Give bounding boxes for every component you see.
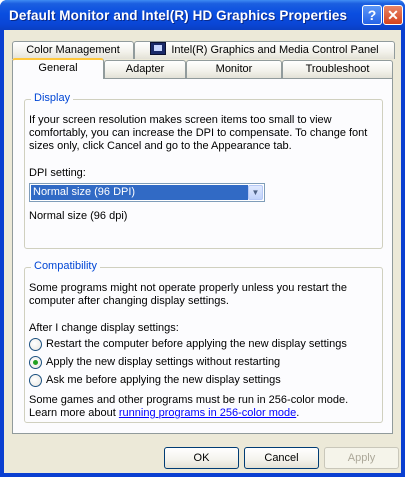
tab-label: Adapter — [125, 63, 165, 75]
tab-intel-graphics[interactable]: Intel(R) Graphics and Media Control Pane… — [134, 41, 395, 59]
radio-label: Ask me before applying the new display s… — [46, 374, 281, 386]
tab-label: Intel(R) Graphics and Media Control Pane… — [171, 44, 379, 56]
apply-button: Apply — [324, 447, 399, 469]
help-button[interactable]: ? — [362, 5, 382, 25]
ok-button[interactable]: OK — [164, 447, 239, 469]
color-mode-note-line1: Some games and other programs must be ru… — [29, 394, 349, 406]
chevron-down-icon[interactable]: ▼ — [248, 185, 263, 200]
tab-label: General — [38, 62, 78, 74]
color-mode-note-prefix: Learn more about — [29, 407, 119, 419]
display-adapter-icon — [150, 42, 167, 55]
dialog-client-area: Color Management Intel(R) Graphics and M… — [4, 30, 401, 473]
cancel-button[interactable]: Cancel — [244, 447, 319, 469]
properties-dialog: Default Monitor and Intel(R) HD Graphics… — [0, 0, 405, 477]
title-bar[interactable]: Default Monitor and Intel(R) HD Graphics… — [0, 0, 405, 30]
tab-color-management[interactable]: Color Management — [12, 41, 134, 59]
tab-troubleshoot[interactable]: Troubleshoot — [282, 60, 393, 78]
tab-label: Color Management — [26, 44, 120, 56]
radio-label: Apply the new display settings without r… — [46, 356, 281, 368]
tab-label: Troubleshoot — [305, 63, 370, 75]
radio-label: Restart the computer before applying the… — [46, 338, 347, 350]
display-description: If your screen resolution makes screen i… — [29, 114, 368, 152]
dpi-current-value: Normal size (96 dpi) — [29, 210, 128, 222]
compatibility-description: Some programs might not operate properly… — [29, 282, 347, 307]
after-change-label: After I change display settings: — [29, 322, 179, 334]
dpi-setting-dropdown[interactable]: Normal size (96 DPI) ▼ — [29, 183, 265, 202]
radio-button[interactable] — [29, 338, 42, 351]
tab-monitor[interactable]: Monitor — [186, 60, 282, 78]
radio-button-checked[interactable] — [29, 356, 42, 369]
display-group-label: Display — [31, 92, 74, 104]
tab-label: Monitor — [215, 63, 253, 75]
color-mode-note-suffix: . — [296, 407, 300, 419]
close-button[interactable]: ✕ — [383, 5, 403, 25]
radio-button[interactable] — [29, 374, 42, 387]
tab-panel-general: Display If your screen resolution makes … — [12, 78, 393, 434]
tab-adapter[interactable]: Adapter — [104, 60, 186, 78]
compatibility-group-label: Compatibility — [31, 260, 100, 272]
color-mode-note: Some games and other programs must be ru… — [29, 394, 377, 420]
dpi-setting-label: DPI setting: — [29, 167, 86, 179]
dpi-selected-value: Normal size (96 DPI) — [31, 185, 248, 200]
display-group: Display If your screen resolution makes … — [24, 92, 383, 249]
tab-general[interactable]: General — [12, 58, 104, 79]
compatibility-group: Compatibility Some programs might not op… — [24, 260, 383, 423]
running-256-color-mode-link[interactable]: running programs in 256-color mode — [119, 407, 296, 419]
window-title: Default Monitor and Intel(R) HD Graphics… — [9, 8, 348, 23]
